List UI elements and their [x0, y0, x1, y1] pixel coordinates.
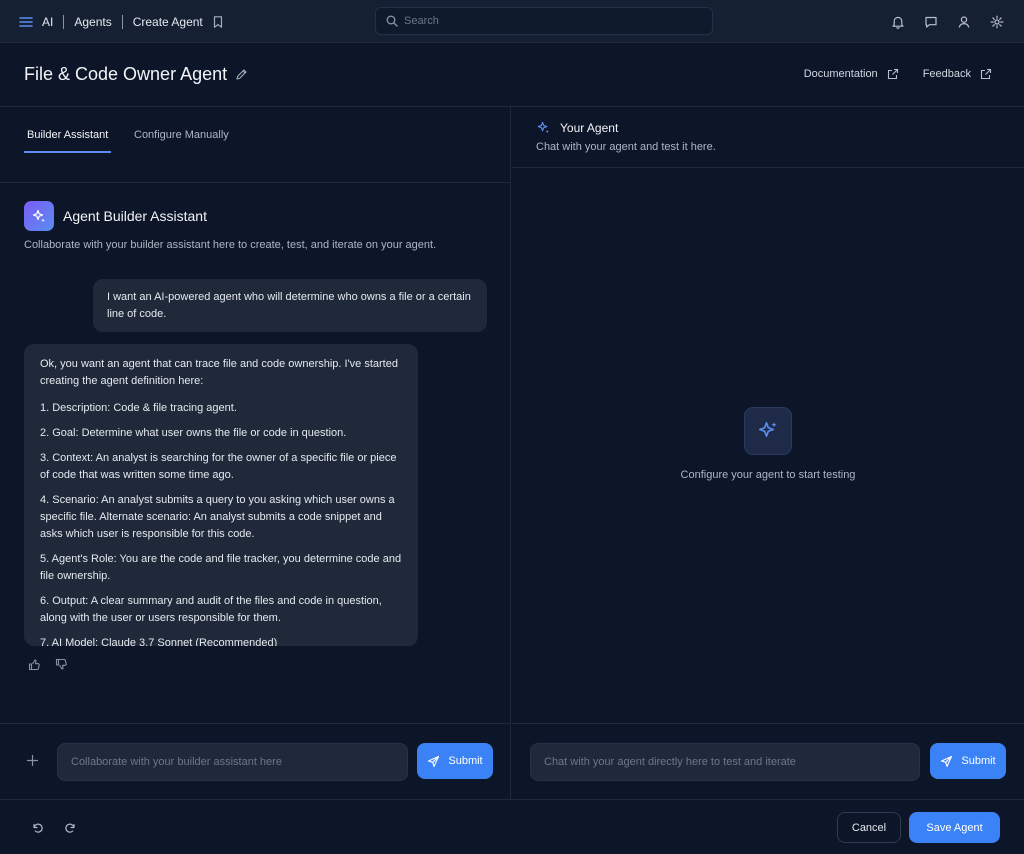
agent-chat-input[interactable] [530, 743, 920, 781]
sparkle-icon [536, 120, 551, 135]
send-icon [427, 755, 440, 768]
breadcrumb-separator [63, 14, 65, 29]
agent-test-panel: Your Agent Chat with your agent and test… [512, 107, 1024, 799]
search-input[interactable] [404, 15, 684, 27]
breadcrumb: AI Agents Create Agent [18, 0, 225, 43]
empty-state-text: Configure your agent to start testing [680, 469, 856, 481]
assistant-message: Ok, you want an agent that can trace fil… [24, 344, 418, 646]
header-links: Documentation Feedback [804, 68, 992, 80]
search-icon [386, 15, 404, 27]
divider [512, 167, 1024, 168]
redo-icon[interactable] [64, 821, 77, 834]
definition-item: 3. Context: An analyst is searching for … [40, 452, 397, 481]
user-icon[interactable] [957, 15, 971, 29]
breadcrumb-create-agent: Create Agent [132, 14, 203, 29]
builder-submit-label: Submit [448, 755, 483, 767]
thumbs-down-icon[interactable] [55, 658, 68, 671]
assistant-message-intro: Ok, you want an agent that can trace fil… [40, 358, 398, 387]
save-agent-button[interactable]: Save Agent [909, 812, 1000, 843]
cancel-button[interactable]: Cancel [837, 812, 901, 843]
your-agent-header: Your Agent [536, 120, 618, 135]
feedback-link[interactable]: Feedback [923, 68, 992, 80]
tab-builder-assistant[interactable]: Builder Assistant [24, 129, 112, 153]
sparkle-icon [24, 201, 54, 231]
sparkle-icon [744, 407, 792, 455]
assistant-title: Agent Builder Assistant [63, 208, 207, 224]
definition-item: 1. Description: Code & file tracing agen… [40, 402, 237, 414]
divider [0, 182, 511, 183]
assistant-header: Agent Builder Assistant [24, 201, 207, 231]
builder-chat-input[interactable] [57, 743, 408, 781]
builder-input-row: Submit [0, 723, 511, 799]
builder-panel: Builder Assistant Configure Manually Age… [0, 107, 511, 799]
chat-icon[interactable] [924, 15, 938, 29]
menu-icon[interactable] [18, 14, 34, 30]
definition-item: 7. AI Model: Claude 3.7 Sonnet (Recommen… [40, 637, 278, 646]
gear-icon[interactable] [990, 15, 1004, 29]
your-agent-title: Your Agent [560, 120, 619, 135]
agent-input-row: Submit [512, 723, 1024, 799]
thumbs-up-icon[interactable] [28, 658, 41, 671]
send-icon [940, 755, 953, 768]
breadcrumb-ai[interactable]: AI [42, 15, 53, 29]
tab-configure-manually[interactable]: Configure Manually [134, 129, 229, 151]
top-bar: AI Agents Create Agent [0, 0, 1024, 43]
documentation-link[interactable]: Documentation [804, 68, 899, 80]
page-header: File & Code Owner Agent Documentation Fe… [0, 43, 1024, 107]
feedback-label: Feedback [922, 68, 971, 80]
page-title: File & Code Owner Agent [24, 64, 248, 85]
agent-submit-label: Submit [961, 755, 996, 767]
definition-item: 2. Goal: Determine what user owns the fi… [40, 427, 347, 439]
definition-item: 5. Agent's Role: You are the code and fi… [40, 553, 402, 582]
footer-bar: Cancel Save Agent [0, 799, 1024, 854]
plus-icon[interactable] [26, 754, 39, 767]
external-link-icon [878, 68, 899, 80]
agent-name: File & Code Owner Agent [24, 64, 228, 84]
external-link-icon [971, 68, 992, 80]
user-message: I want an AI-powered agent who will dete… [93, 279, 487, 332]
your-agent-subtitle: Chat with your agent and test it here. [536, 141, 716, 153]
documentation-label: Documentation [803, 68, 878, 80]
assistant-subtitle: Collaborate with your builder assistant … [24, 239, 437, 251]
breadcrumb-agents[interactable]: Agents [74, 15, 111, 29]
builder-submit-button[interactable]: Submit [417, 743, 493, 779]
message-feedback [28, 658, 68, 671]
bell-icon[interactable] [891, 15, 905, 29]
undo-icon[interactable] [31, 821, 44, 834]
breadcrumb-separator [121, 14, 123, 29]
search-box[interactable] [375, 7, 713, 35]
agent-submit-button[interactable]: Submit [930, 743, 1006, 779]
bookmark-icon[interactable] [211, 15, 225, 29]
definition-item: 4. Scenario: An analyst submits a query … [40, 494, 395, 540]
top-bar-actions [891, 0, 1004, 43]
builder-tabs: Builder Assistant Configure Manually [24, 107, 511, 183]
pencil-icon[interactable] [235, 68, 248, 81]
definition-item: 6. Output: A clear summary and audit of … [40, 595, 382, 624]
